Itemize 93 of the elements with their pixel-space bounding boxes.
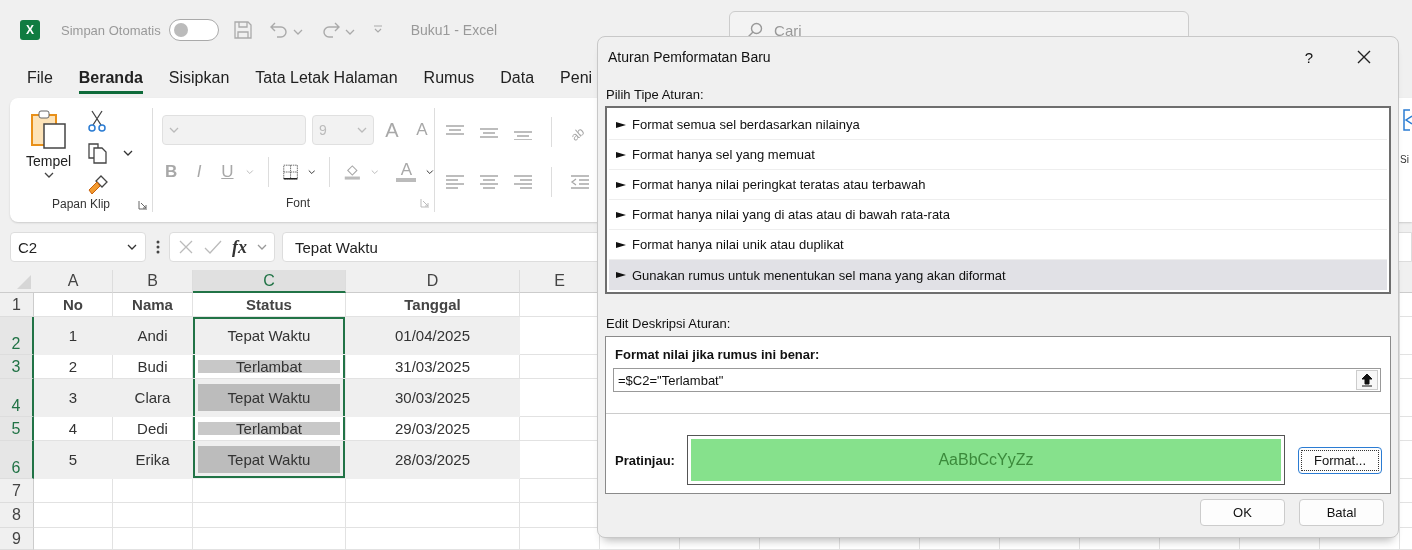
scissors-icon[interactable] bbox=[87, 110, 108, 132]
ribbon-tab[interactable]: Tata Letak Halaman bbox=[255, 60, 398, 94]
format-button[interactable]: Format... bbox=[1298, 446, 1382, 474]
name-box[interactable]: C2 bbox=[10, 232, 146, 262]
autosave-label: Simpan Otomatis bbox=[61, 22, 161, 38]
help-button[interactable]: ? bbox=[1304, 48, 1313, 66]
table-cell: 3 bbox=[34, 379, 113, 417]
row-header[interactable]: 1 bbox=[0, 293, 34, 317]
table-cell: 28/03/2025 bbox=[346, 441, 520, 479]
column-header[interactable]: B bbox=[113, 270, 193, 293]
row-header[interactable]: 8 bbox=[0, 503, 34, 528]
copy-icon[interactable] bbox=[87, 142, 110, 164]
row-header[interactable]: 3 bbox=[0, 355, 34, 379]
row-header[interactable]: 7 bbox=[0, 479, 34, 503]
caret-icon[interactable] bbox=[127, 244, 137, 250]
row-header[interactable]: 2 bbox=[0, 317, 34, 355]
pointer-icon bbox=[616, 271, 626, 279]
align-left-icon[interactable] bbox=[445, 174, 465, 190]
undo-icon[interactable] bbox=[268, 20, 289, 40]
cancel-icon[interactable] bbox=[178, 239, 194, 255]
save-icon[interactable] bbox=[232, 20, 253, 40]
close-icon[interactable] bbox=[1357, 50, 1371, 64]
table-cell: 1 bbox=[34, 317, 113, 355]
collapse-button[interactable] bbox=[1356, 370, 1378, 390]
table-cell: 5 bbox=[34, 441, 113, 479]
more-icon[interactable] bbox=[156, 240, 160, 254]
enter-icon[interactable] bbox=[204, 239, 222, 255]
table-cell: Terlambat bbox=[193, 355, 346, 379]
launcher-icon[interactable] bbox=[138, 200, 148, 210]
column-header[interactable]: A bbox=[34, 270, 113, 293]
pointer-icon bbox=[616, 120, 626, 129]
side-label: Si bbox=[1400, 154, 1409, 165]
select-all-icon[interactable] bbox=[16, 274, 32, 290]
borders-icon[interactable] bbox=[282, 162, 298, 182]
decrease-indent-icon[interactable] bbox=[570, 174, 590, 190]
table-cell: Andi bbox=[113, 317, 193, 355]
rule-type-item[interactable]: Format hanya sel yang memuat bbox=[609, 140, 1387, 170]
column-header[interactable]: E bbox=[520, 270, 600, 293]
ribbon-tab[interactable]: Sisipkan bbox=[168, 60, 230, 94]
font-name-dropdown[interactable] bbox=[162, 115, 306, 145]
ribbon-tab[interactable]: Rumus bbox=[423, 60, 475, 94]
preview-text: AaBbCcYyZz bbox=[938, 451, 1034, 469]
group-label: Font bbox=[286, 196, 310, 210]
redo-icon[interactable] bbox=[320, 20, 341, 40]
table-cell: Tepat Waktu bbox=[193, 379, 346, 417]
table-cell: Clara bbox=[113, 379, 193, 417]
ribbon-tab[interactable]: Peni bbox=[560, 60, 593, 94]
row-header[interactable]: 4 bbox=[0, 379, 34, 417]
table-cell: Erika bbox=[113, 441, 193, 479]
upload-icon bbox=[1361, 373, 1373, 387]
pointer-icon bbox=[616, 180, 626, 189]
row-header[interactable]: 6 bbox=[0, 441, 34, 479]
excel-logo: X bbox=[20, 20, 40, 40]
ribbon-tab[interactable]: Data bbox=[500, 60, 535, 94]
customize-icon[interactable] bbox=[372, 25, 383, 35]
group-label: Papan Klip bbox=[51, 197, 110, 211]
formula-label: Format nilai jika rumus ini benar: bbox=[615, 347, 821, 362]
column-header[interactable]: D bbox=[346, 270, 520, 293]
rule-type-item[interactable]: Format hanya nilai peringkat teratas atau terbawah bbox=[609, 170, 1387, 200]
ok-button[interactable]: OK bbox=[1200, 499, 1285, 526]
cancel-button[interactable]: Batal bbox=[1299, 499, 1384, 526]
formula-field[interactable]: =$C2="Terlambat" bbox=[613, 368, 1381, 392]
table-cell: 01/04/2025 bbox=[346, 317, 520, 355]
dialog-title: Aturan Pemformatan Baru bbox=[608, 49, 772, 65]
column-header[interactable]: C bbox=[193, 270, 346, 293]
autosave-toggle[interactable] bbox=[168, 19, 219, 41]
paste-button[interactable]: Tempel bbox=[10, 110, 80, 196]
row-header[interactable]: 9 bbox=[0, 528, 34, 550]
format-painter-icon[interactable] bbox=[87, 174, 110, 196]
ribbon-tab[interactable]: Beranda bbox=[78, 60, 143, 94]
pointer-icon bbox=[616, 240, 626, 249]
table-cell: Tepat Waktu bbox=[193, 317, 346, 355]
side-icon[interactable] bbox=[1400, 108, 1412, 132]
caret-icon[interactable] bbox=[123, 150, 134, 156]
rule-type-item[interactable]: Gunakan rumus untuk menentukan sel mana yang akan diformat bbox=[609, 260, 1387, 290]
pointer-icon bbox=[616, 150, 626, 159]
preview-label: Pratinjau: bbox=[615, 452, 676, 468]
table-cell: Terlambat bbox=[193, 417, 346, 441]
ribbon-tab[interactable]: File bbox=[27, 60, 53, 94]
row-header[interactable]: 5 bbox=[0, 417, 34, 441]
section-label: Pilih Tipe Aturan: bbox=[606, 87, 705, 102]
table-cell: Tepat Waktu bbox=[193, 441, 346, 479]
window-title: Buku1 - Excel bbox=[410, 22, 498, 38]
pointer-icon bbox=[616, 210, 626, 219]
table-cell: 30/03/2025 bbox=[346, 379, 520, 417]
rule-type-item[interactable]: Format semua sel berdasarkan nilainya bbox=[609, 110, 1387, 140]
align-right-icon[interactable] bbox=[513, 174, 533, 190]
insert-function-button[interactable]: fx bbox=[232, 236, 247, 258]
caret-icon[interactable] bbox=[43, 172, 54, 178]
align-center-icon[interactable] bbox=[479, 174, 499, 190]
rule-type-item[interactable]: Format hanya nilai yang di atas atau di bawah rata-rata bbox=[609, 200, 1387, 230]
section-label: Edit Deskripsi Aturan: bbox=[606, 316, 732, 331]
clipboard-icon bbox=[29, 110, 68, 150]
